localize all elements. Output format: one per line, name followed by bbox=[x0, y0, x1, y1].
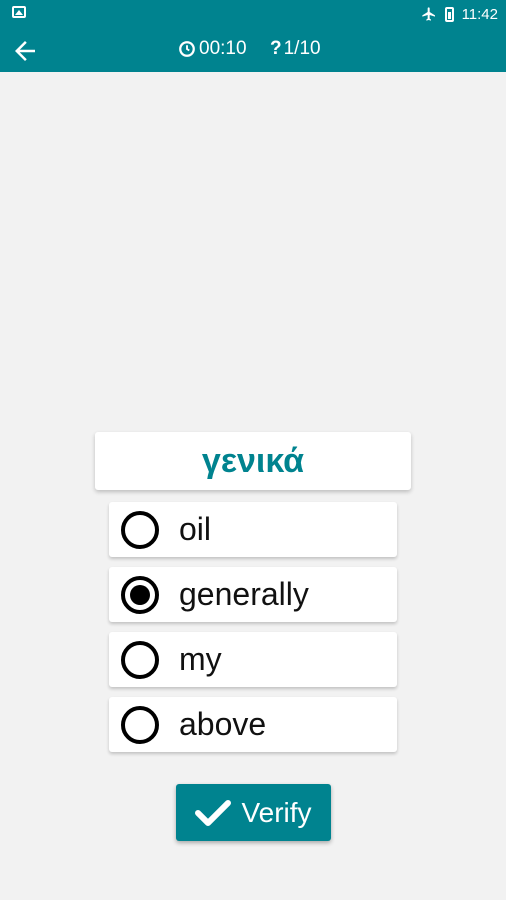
radio-button[interactable] bbox=[121, 705, 159, 744]
answer-option-oil[interactable]: oil bbox=[109, 502, 397, 557]
status-bar: 11:42 bbox=[0, 0, 506, 28]
verify-label: Verify bbox=[241, 796, 312, 828]
answer-label: my bbox=[179, 641, 222, 677]
radio-button[interactable] bbox=[121, 640, 159, 679]
answer-label: above bbox=[179, 706, 267, 742]
image-notification-icon bbox=[12, 6, 26, 18]
question-progress: 1/10 bbox=[283, 38, 321, 59]
arrow-left-icon[interactable] bbox=[10, 36, 40, 66]
airplane-icon bbox=[421, 7, 435, 21]
radio-button-selected[interactable] bbox=[121, 575, 159, 614]
clock-icon bbox=[179, 41, 195, 57]
question-word-card: γενικά bbox=[95, 432, 411, 490]
verify-button[interactable]: Verify bbox=[176, 784, 331, 841]
question-counter: ? 1/10 bbox=[270, 38, 321, 60]
radio-button[interactable] bbox=[121, 510, 159, 549]
checkmark-icon bbox=[195, 799, 232, 826]
app-bar: 00:10 ? 1/10 bbox=[0, 28, 506, 72]
question-word: γενικά bbox=[201, 441, 305, 480]
status-time: 11:42 bbox=[461, 5, 498, 23]
timer: 00:10 bbox=[178, 38, 247, 60]
status-right: 11:42 bbox=[421, 4, 498, 24]
answer-option-generally[interactable]: generally bbox=[109, 567, 397, 622]
top-bar: 11:42 00:10 ? 1/10 bbox=[0, 0, 506, 72]
battery-icon bbox=[444, 6, 454, 22]
answer-label: generally bbox=[179, 576, 309, 612]
answer-option-my[interactable]: my bbox=[109, 632, 397, 687]
radio-selected-dot bbox=[130, 584, 150, 605]
answer-option-above[interactable]: above bbox=[109, 697, 397, 752]
timer-value: 00:10 bbox=[199, 38, 247, 59]
answer-label: oil bbox=[179, 511, 212, 547]
question-mark-icon: ? bbox=[270, 38, 282, 59]
